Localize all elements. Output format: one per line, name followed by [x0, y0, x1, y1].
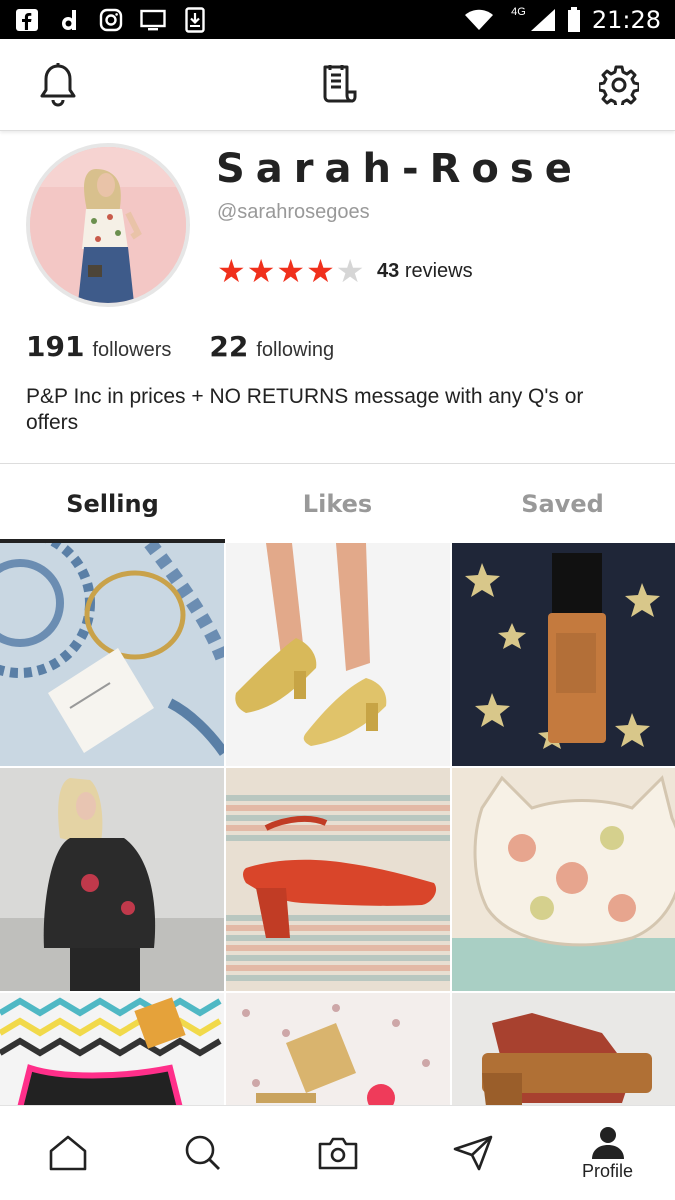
listing-tile[interactable]	[0, 543, 224, 766]
listing-tile[interactable]	[452, 993, 675, 1105]
star-filled-icon: ★	[217, 252, 246, 290]
nav-home[interactable]	[0, 1106, 135, 1200]
bell-icon	[40, 62, 76, 106]
leather-jacket-photo-icon	[0, 768, 224, 991]
profile-bio: P&P Inc in prices + NO RETURNS message w…	[26, 385, 584, 434]
cat-purse-photo-icon	[452, 768, 675, 991]
gold-heels-photo-icon	[226, 543, 450, 766]
profile-name: Sarah-Rose	[216, 146, 583, 192]
bikini-photo-icon	[0, 993, 224, 1105]
bracelet-photo-icon	[0, 543, 224, 766]
listing-tile[interactable]	[452, 768, 675, 991]
send-icon	[453, 1135, 492, 1171]
gear-icon	[599, 65, 639, 105]
clock: 21:28	[591, 5, 661, 34]
tab-likes[interactable]: Likes	[225, 464, 450, 543]
listing-tile[interactable]	[452, 543, 675, 766]
person-icon	[591, 1126, 624, 1159]
status-bar: 4G 21:28	[0, 0, 675, 39]
reviews-link[interactable]: 43 reviews	[377, 260, 473, 283]
nav-profile[interactable]: Profile	[540, 1106, 675, 1200]
notifications-button[interactable]	[38, 62, 78, 107]
reviews-count: 43	[377, 260, 400, 282]
listing-tile[interactable]	[226, 768, 450, 991]
nav-messages[interactable]	[405, 1106, 540, 1200]
top-app-bar	[0, 39, 675, 131]
followers-count: 191	[26, 330, 85, 363]
download-icon	[182, 6, 208, 33]
reviews-label: reviews	[404, 260, 473, 282]
red-shoe-photo-icon	[226, 768, 450, 991]
listings-grid	[0, 543, 675, 1105]
listing-tile[interactable]	[226, 543, 450, 766]
depop-icon	[56, 7, 82, 33]
wooden-clog-photo-icon	[452, 993, 675, 1105]
home-icon	[49, 1135, 86, 1171]
following-stat[interactable]: 22 following	[209, 330, 334, 363]
avatar[interactable]	[26, 143, 190, 307]
nav-search[interactable]	[135, 1106, 270, 1200]
signal-icon	[530, 7, 556, 33]
star-empty-icon: ★	[335, 252, 365, 290]
rating-stars[interactable]: ★ ★ ★ ★ ★	[217, 255, 364, 287]
wifi-icon	[463, 7, 495, 33]
star-filled-icon: ★	[276, 252, 306, 290]
tab-saved[interactable]: Saved	[450, 464, 675, 543]
profile-handle: @sarahrosegoes	[217, 201, 370, 223]
settings-button[interactable]	[599, 63, 639, 107]
bottom-nav: Profile	[0, 1105, 675, 1200]
star-filled-icon: ★	[246, 252, 276, 290]
following-count: 22	[209, 330, 249, 363]
tab-selling[interactable]: Selling	[0, 464, 225, 543]
camera-icon	[318, 1137, 357, 1170]
followers-stat[interactable]: 191 followers	[26, 330, 171, 363]
instagram-icon	[98, 7, 124, 33]
nav-profile-label: Profile	[581, 1160, 634, 1181]
profile-tabs: Selling Likes Saved	[0, 463, 675, 543]
receipts-button[interactable]	[319, 63, 359, 107]
nav-sell[interactable]	[270, 1106, 405, 1200]
listing-tile[interactable]	[0, 768, 224, 991]
cast-screen-icon	[140, 7, 166, 33]
facebook-icon	[14, 7, 40, 33]
battery-icon	[566, 6, 582, 33]
listing-tile[interactable]	[226, 993, 450, 1105]
network-type: 4G	[511, 5, 526, 18]
following-label: following	[256, 339, 335, 361]
star-filled-icon: ★	[306, 252, 335, 290]
foundation-bottle-photo-icon	[452, 543, 675, 766]
search-icon	[185, 1135, 220, 1170]
followers-label: followers	[92, 339, 172, 361]
follow-counts: 191 followers 22 following	[26, 330, 334, 363]
ysl-compact-photo-icon	[226, 993, 450, 1105]
listing-tile[interactable]	[0, 993, 224, 1105]
receipt-icon	[323, 64, 356, 102]
